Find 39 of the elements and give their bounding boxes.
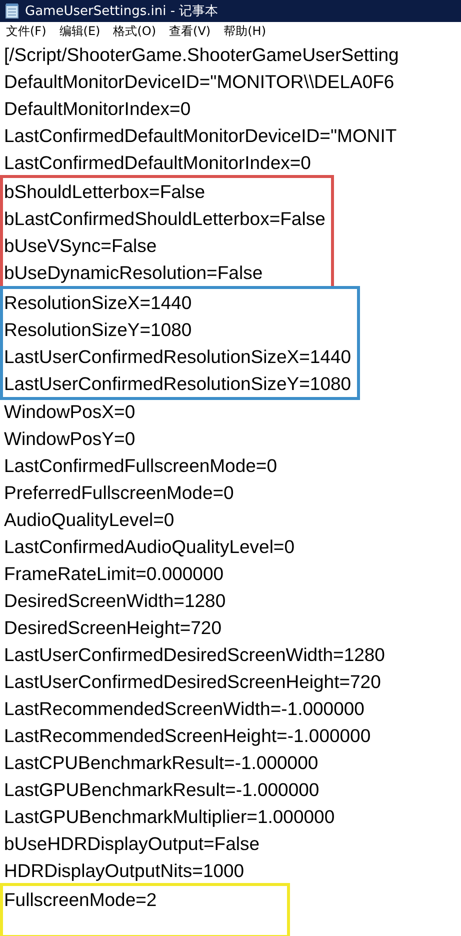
text-line: ResolutionSizeY=1080 (4, 318, 193, 342)
text-line: LastGPUBenchmarkMultiplier=1.000000 (3, 805, 336, 829)
menu-item[interactable]: 查看(V) (169, 23, 211, 40)
text-line: HDRDisplayOutputNits=1000 (3, 859, 246, 883)
menu-item[interactable]: 文件(F) (6, 23, 46, 40)
text-line: bUseHDRDisplayOutput=False (3, 832, 261, 856)
text-line: LastUserConfirmedResolutionSizeY=1080 (4, 372, 352, 396)
text-line: FullscreenMode=2 (4, 888, 158, 912)
text-line: LastUserConfirmedResolutionSizeX=1440 (4, 344, 352, 368)
text-line: DesiredScreenWidth=1280 (3, 589, 227, 613)
text-line: DefaultMonitorIndex=0 (3, 97, 192, 121)
text-line: DesiredScreenHeight=720 (3, 616, 223, 640)
window-title: GameUserSettings.ini - 记事本 (25, 3, 218, 20)
text-line: WindowPosY=0 (3, 427, 136, 451)
text-line: LastConfirmedAudioQualityLevel=0 (3, 535, 296, 559)
notepad-icon (5, 3, 19, 19)
menu-item[interactable]: 编辑(E) (59, 23, 100, 40)
text-line: LastGPUBenchmarkResult=-1.000000 (3, 778, 320, 802)
text-line: bUseVSync=False (4, 234, 158, 258)
text-line: bUseDynamicResolution=False (4, 260, 264, 285)
text-line: bLastConfirmedShouldLetterbox=False (4, 206, 326, 230)
text-line: WindowPosX=0 (3, 400, 136, 424)
text-line: LastUserConfirmedDesiredScreenHeight=720 (3, 670, 382, 694)
text-line: DefaultMonitorDeviceID="MONITOR\\DELA0F6 (3, 70, 396, 94)
text-line: LastConfirmedDefaultMonitorIndex=0 (3, 151, 312, 175)
text-line: LastConfirmedFullscreenMode=0 (3, 454, 278, 478)
text-line: AudioQualityLevel=0 (3, 508, 176, 532)
text-line: PreferredFullscreenMode=0 (3, 481, 235, 505)
text-line: [/Script/ShooterGame.ShooterGameUserSetting (3, 43, 400, 67)
text-line: ResolutionSizeX=1440 (4, 290, 193, 314)
text-line: LastConfirmedDefaultMonitorDeviceID="MONIT (3, 124, 398, 148)
menu-item[interactable]: 格式(O) (113, 23, 156, 40)
menu-item[interactable]: 帮助(H) (224, 23, 266, 40)
text-line: bShouldLetterbox=False (4, 180, 206, 204)
text-line: LastUserConfirmedDesiredScreenWidth=1280 (3, 643, 386, 667)
text-line: LastRecommendedScreenWidth=-1.000000 (3, 697, 366, 721)
text-line: FrameRateLimit=0.000000 (3, 562, 225, 586)
text-line: LastCPUBenchmarkResult=-1.000000 (3, 751, 320, 775)
text-line: LastRecommendedScreenHeight=-1.000000 (3, 724, 372, 748)
